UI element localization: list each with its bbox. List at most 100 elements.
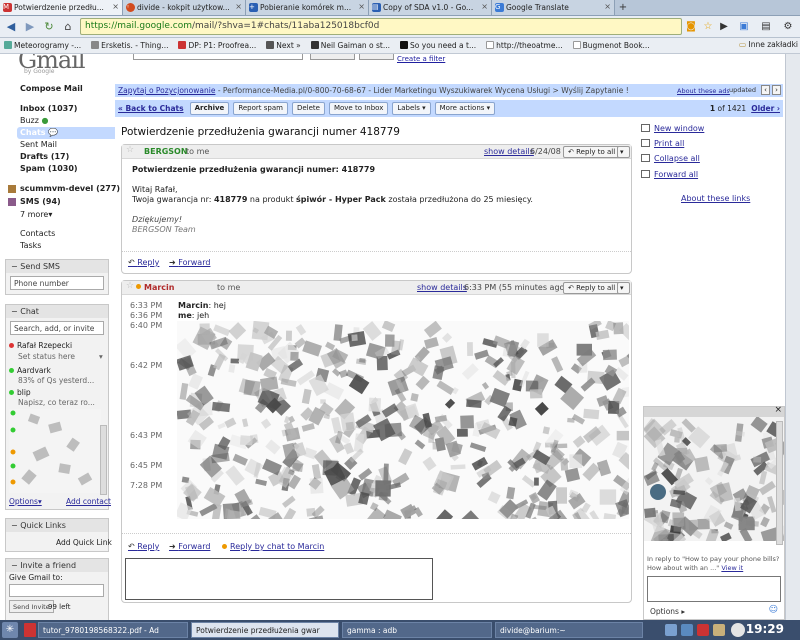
search-web-button[interactable] — [359, 54, 394, 60]
set-status-dropdown[interactable]: Set status here ▾ — [18, 352, 103, 361]
bookmark-item[interactable]: http://theoatme... — [482, 41, 565, 50]
send-invite-button[interactable]: Send Invite — [9, 600, 54, 613]
extension-icon[interactable]: ▣ — [736, 19, 752, 35]
search-mail-button[interactable] — [310, 54, 355, 60]
chat-search-input[interactable]: Search, add, or invite — [10, 321, 104, 335]
bookmark-item[interactable]: DP: P1: Proofrea... — [174, 41, 259, 50]
close-icon[interactable]: × — [112, 2, 119, 11]
message-menu-dropdown[interactable]: ▾ — [617, 282, 630, 294]
battery-icon[interactable] — [713, 624, 725, 636]
message-menu-dropdown[interactable]: ▾ — [617, 146, 630, 158]
tasks-link[interactable]: Tasks — [20, 241, 41, 250]
contacts-link[interactable]: Contacts — [20, 229, 55, 238]
chats-link[interactable]: Chats 💬 — [20, 128, 58, 137]
home-icon[interactable]: ⌂ — [60, 19, 76, 35]
next-ad-icon[interactable]: › — [772, 85, 781, 95]
drafts-link[interactable]: Drafts (17) — [20, 152, 69, 161]
wrench-icon[interactable]: ⚙ — [780, 19, 796, 35]
network-icon[interactable] — [665, 624, 677, 636]
invite-email-field[interactable] — [9, 584, 104, 597]
emoticon-icon[interactable]: ☺ — [769, 605, 778, 615]
send-sms-header[interactable]: − Send SMS — [6, 260, 108, 273]
bookmark-item[interactable]: Neil Gaiman o st... — [307, 41, 393, 50]
bookmark-star-icon[interactable]: ☆ — [700, 19, 716, 35]
bookmark-item[interactable]: Meteorogramy -... — [0, 41, 84, 50]
about-ads-link[interactable]: About these ads — [677, 87, 730, 95]
page-scrollbar[interactable] — [785, 54, 800, 620]
spam-link[interactable]: Spam (1030) — [20, 164, 78, 173]
page-menu-icon[interactable]: ▤ — [758, 19, 774, 35]
more-labels-link[interactable]: 7 more▾ — [20, 210, 52, 219]
forward-all-link[interactable]: Forward all — [641, 170, 698, 179]
close-icon[interactable]: × — [481, 2, 488, 11]
bookmark-item[interactable]: Next » — [262, 41, 303, 50]
new-tab-button[interactable]: + — [615, 0, 631, 15]
label-sms[interactable]: SMS (94) — [20, 197, 61, 206]
back-arrow-icon[interactable]: ◀ — [3, 19, 19, 35]
message-header[interactable]: ☆ BERGSON to me show details 6/24/08 ↶ R… — [122, 145, 631, 159]
forward-arrow-icon[interactable]: ▶ — [22, 19, 38, 35]
chat-options-link[interactable]: Options▾ — [9, 497, 42, 506]
move-to-inbox-button[interactable]: Move to Inbox — [328, 102, 389, 115]
create-filter-link[interactable]: Create a filter — [397, 55, 445, 63]
browser-tab-2[interactable]: + Pobieranie komórek m... × — [246, 0, 369, 15]
chat-header[interactable]: − Chat — [6, 305, 108, 318]
older-link[interactable]: Older › — [751, 104, 780, 113]
chat-contact-blip[interactable]: blip — [9, 388, 31, 397]
close-icon[interactable]: × — [235, 2, 242, 11]
reply-to-all-button[interactable]: ↶ Reply to all — [563, 146, 621, 158]
label-scummvm-devel[interactable]: scummvm-devel (277) — [20, 184, 120, 193]
tray-app-icon[interactable] — [697, 624, 709, 636]
chat-popup-options[interactable]: Options ▸ — [650, 607, 685, 616]
sent-mail-link[interactable]: Sent Mail — [20, 140, 57, 149]
compose-mail-link[interactable]: Compose Mail — [20, 84, 83, 93]
chat-popup-scrollbar[interactable] — [776, 421, 783, 545]
new-window-link[interactable]: New window — [641, 124, 704, 133]
reply-link[interactable]: ↶ Reply — [128, 542, 159, 551]
close-icon[interactable]: × — [358, 2, 365, 11]
taskbar-item-shell[interactable]: divide@barium:~ — [495, 622, 643, 638]
report-spam-button[interactable]: Report spam — [233, 102, 288, 115]
taskbar-item-browser[interactable]: Potwierdzenie przedłużenia gwar — [191, 622, 339, 638]
delete-button[interactable]: Delete — [291, 102, 325, 115]
forward-link[interactable]: ➜ Forward — [169, 542, 210, 551]
mail-search-input[interactable] — [133, 54, 303, 60]
show-details-link[interactable]: show details — [417, 283, 467, 292]
browser-tab-4[interactable]: G Google Translate × — [492, 0, 615, 15]
taskbar-item-terminal[interactable]: gamma : adb — [342, 622, 492, 638]
inbox-link[interactable]: Inbox (1037) — [20, 104, 77, 113]
volume-icon[interactable] — [681, 624, 693, 636]
ad-link[interactable]: Zapytaj o Pozycjonowanie — [118, 86, 215, 95]
reply-link[interactable]: ↶ Reply — [128, 258, 159, 267]
forward-link[interactable]: ➜ Forward — [169, 258, 210, 267]
print-all-link[interactable]: Print all — [641, 139, 684, 148]
reply-by-chat-link[interactable]: Reply by chat to Marcin — [222, 542, 324, 551]
more-actions-dropdown[interactable]: More actions ▾ — [434, 102, 496, 115]
buzz-link[interactable]: Buzz ● — [20, 116, 49, 125]
quick-links-header[interactable]: − Quick Links — [6, 519, 108, 532]
chat-contact-aardvark[interactable]: Aardvark — [9, 366, 51, 375]
phone-number-field[interactable]: Phone number — [10, 276, 104, 290]
prev-ad-icon[interactable]: ‹ — [761, 85, 770, 95]
bookmark-item[interactable]: Bugmenot Book... — [569, 41, 653, 50]
about-these-links[interactable]: About these links — [681, 194, 750, 203]
add-quick-link[interactable]: Add Quick Link — [56, 538, 112, 547]
my-status[interactable]: Rafał Rzepecki — [9, 341, 72, 350]
browser-tab-0[interactable]: M Potwierdzenie przedłu... × — [0, 0, 123, 15]
bookmark-item[interactable]: So you need a t... — [396, 41, 479, 50]
star-icon[interactable]: ☆ — [126, 145, 134, 155]
browser-tab-1[interactable]: ◦ divide - kokpit użytkow... × — [123, 0, 246, 15]
bookmark-item[interactable]: Ersketis. - Thing... — [87, 41, 171, 50]
star-icon[interactable]: ☆ — [126, 281, 134, 291]
add-contact-link[interactable]: Add contact — [66, 497, 111, 506]
other-bookmarks[interactable]: ▭ Inne zakładki — [736, 40, 798, 49]
reload-icon[interactable]: ↻ — [41, 19, 57, 35]
rss-icon[interactable]: ◙ — [683, 19, 699, 35]
archive-button[interactable]: Archive — [189, 102, 230, 115]
invite-header[interactable]: − Invite a friend — [6, 559, 108, 572]
chat-reply-textarea[interactable] — [125, 558, 433, 600]
collapse-all-link[interactable]: Collapse all — [641, 154, 700, 163]
chat-list-scrollbar[interactable] — [100, 425, 107, 495]
close-icon[interactable]: × — [774, 405, 782, 415]
taskbar-clock[interactable]: 19:29 — [746, 622, 784, 636]
